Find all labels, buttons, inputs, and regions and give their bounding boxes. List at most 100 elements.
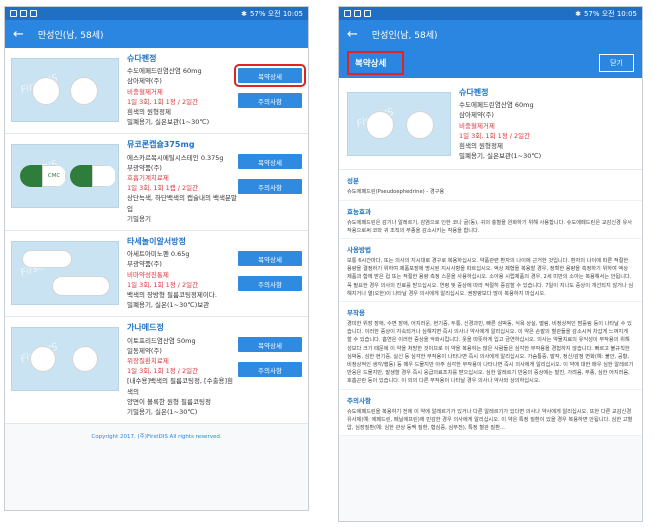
drug-list-item: FirstDIS 가나메드정 이토프리드염산염 50mg 일동제약(주) 위장질…	[5, 317, 308, 425]
drug-appearance: 상단녹색, 하단백색의 캡슐내의 백색분말입	[127, 194, 237, 213]
oblong-tablet	[52, 276, 110, 297]
drug-category: 비충혈제거제	[127, 87, 163, 96]
app-bar: ← 만성인(남, 58세)	[5, 20, 308, 48]
detail-button[interactable]: 복약상세	[238, 154, 302, 170]
drug-manufacturer: 삼아제약(주)	[459, 111, 494, 120]
detail-button[interactable]: 복약상세	[238, 337, 302, 353]
drug-ingredient: 이토프리드염산염 50mg	[127, 336, 196, 345]
detail-button[interactable]: 복약상세	[238, 251, 302, 267]
drug-dosage: 1일 3회, 1회 1캡 / 2일간	[127, 184, 199, 193]
section-precautions: 주의사항 슈도에페드린을 복용하기 전에 이 약에 알레르기가 있거나 다른 알…	[339, 389, 642, 437]
drug-appearance: 백색의 장방형 필름코팅정제이다.	[127, 291, 217, 300]
notification-icon	[20, 10, 27, 17]
drug-storage: 기밀용기, 실온(1~30℃)	[127, 408, 198, 417]
caution-button[interactable]: 주의사항	[238, 362, 302, 378]
status-time: 57% 오전 10:05	[249, 9, 303, 18]
drug-ingredient: 에스카르복시메틸시스테인 0.375g	[127, 153, 224, 162]
section-heading: 사용방법	[347, 246, 371, 255]
drug-image: FirstDIS	[11, 241, 119, 306]
drug-image: FirstDIS	[11, 58, 119, 122]
medication-detail-screen: ✱ 57% 오전 10:05 ← 만성인(남, 58세) 복약상세 닫기 Fir…	[338, 6, 643, 522]
app-bar: ← 만성인(남, 58세)	[339, 20, 642, 48]
drug-name: 가나메드정	[127, 323, 164, 333]
drug-ingredient: 아세트아미노펜 0.65g	[127, 250, 190, 259]
drug-dosage: 1일 3회, 1회 1정 / 2일간	[127, 280, 199, 289]
drug-ingredient: 수도에페드린염산염 60mg	[127, 67, 202, 76]
section-side-effects: 부작용 경미한 위장 장애, 수면 장애, 어지러운, 현기증, 두통, 신경과…	[339, 302, 642, 390]
status-time: 57% 오전 10:05	[583, 9, 637, 18]
drug-storage: 밀폐용기, 실온보관(1~30℃)	[459, 152, 542, 161]
drug-category: 위장질환치료제	[127, 357, 169, 366]
section-heading: 효능효과	[347, 207, 371, 216]
notification-icon	[30, 10, 37, 17]
drug-name: 뮤코론캡슐375mg	[127, 140, 195, 150]
section-body: 보통 6시간마다, 또는 의사의 지시대로 경구로 복용하십시오. 약품관련 환…	[347, 258, 634, 297]
drug-manufacturer: 부광약품(주)	[127, 163, 162, 172]
detail-drug-summary: FirstDIS 슈다펜정 수도에페드린염산염 60mg 삼아제약(주) 비충혈…	[339, 78, 642, 171]
back-arrow-icon[interactable]: ←	[347, 28, 358, 41]
drug-dosage: 1일 3회, 1회 1정 / 2일간	[459, 131, 531, 140]
section-heading: 성분	[347, 177, 359, 186]
drug-category: 비마약성진통제	[127, 270, 169, 279]
patient-title: 만성인(남, 58세)	[37, 30, 104, 41]
section-efficacy: 효능효과 슈도에페드린은 감기나 알레르기, 감염으로 인한 코나 굴(동), …	[339, 200, 642, 240]
section-heading: 주의사항	[347, 396, 371, 405]
drug-manufacturer: 부광약품(주)	[127, 260, 162, 269]
drug-storage: 밀폐용기, 실온보관(1~30℃)	[127, 118, 210, 127]
section-ingredient: 성분 슈도에페드린(Pseudoephedrine) - 경구용	[339, 170, 642, 201]
capsule-imprint: CMC	[42, 165, 66, 188]
drug-list-item: FirstDIS 슈다펜정 수도에페드린염산염 60mg 삼아제약(주) 비충혈…	[5, 48, 308, 135]
notification-icon	[344, 10, 351, 17]
drug-list-item: FirstDIS 타세놀이알서방정 아세트아미노펜 0.65g 부광약품(주) …	[5, 231, 308, 318]
detail-header: 복약상세 닫기	[339, 48, 642, 78]
detail-title: 복약상세	[347, 51, 405, 75]
section-heading: 부작용	[347, 309, 365, 318]
drug-name: 타세놀이알서방정	[127, 237, 186, 247]
section-body: 슈도에페드린은 감기나 알레르기, 감염으로 인한 코나 굴(동), 귀의 충혈…	[347, 219, 633, 234]
medication-list-screen: ✱ 57% 오전 10:05 ← 만성인(남, 58세) FirstDIS 슈다…	[4, 6, 309, 511]
wifi-icon: ✱	[575, 9, 581, 18]
caution-button[interactable]: 주의사항	[238, 276, 302, 292]
back-arrow-icon[interactable]: ←	[13, 28, 24, 41]
drug-image: FirstDIS	[347, 92, 451, 156]
round-tablet	[32, 77, 60, 105]
drug-appearance: 흰색의 원형정제	[127, 108, 171, 117]
drug-appearance-2: 양면이 볼록한 원형 필름코팅정	[127, 397, 211, 406]
section-body: 경미한 위장 장애, 수면 장애, 어지러운, 현기증, 두통, 신경과민, 빠…	[347, 321, 634, 385]
drug-image: FirstDIS CMC	[11, 144, 119, 209]
status-bar: ✱ 57% 오전 10:05	[339, 7, 642, 20]
drug-list-item: FirstDIS CMC 뮤코론캡슐375mg 에스카르복시메틸시스테인 0.3…	[5, 134, 308, 232]
caution-button[interactable]: 주의사항	[238, 93, 302, 108]
copyright: Copyright 2017. (주)FirstDIS All rights r…	[91, 434, 222, 441]
drug-name: 슈다펜정	[459, 88, 489, 97]
drug-image: FirstDIS	[11, 327, 119, 392]
drug-manufacturer: 삼아제약(주)	[127, 77, 162, 86]
round-tablet	[70, 77, 98, 105]
drug-ingredient: 수도에페드린염산염 60mg	[459, 101, 534, 110]
drug-dosage: 1일 3회, 1회 1정 / 2일간	[127, 367, 199, 376]
drug-storage: 기밀용기	[127, 214, 151, 223]
round-tablet	[72, 346, 98, 373]
drug-category: 호흡기계치료제	[127, 174, 169, 183]
drug-manufacturer: 일동제약(주)	[127, 346, 162, 355]
capsule: CMC	[20, 165, 66, 188]
oblong-tablet	[22, 250, 72, 269]
notification-icon	[10, 10, 17, 17]
notification-icon	[354, 10, 361, 17]
caution-button[interactable]: 주의사항	[238, 179, 302, 195]
drug-category: 비충혈제거제	[459, 121, 495, 130]
capsule	[70, 165, 116, 188]
round-tablet	[406, 111, 434, 139]
wifi-icon: ✱	[241, 9, 247, 18]
close-button[interactable]: 닫기	[599, 54, 634, 72]
status-bar: ✱ 57% 오전 10:05	[5, 7, 308, 20]
drug-name: 슈다펜정	[127, 54, 157, 63]
round-tablet	[30, 346, 56, 373]
round-tablet	[366, 111, 394, 139]
drug-storage: 밀폐용기, 실온(1~30℃)보관	[127, 301, 210, 310]
drug-appearance: 흰색의 원형정제	[459, 142, 503, 151]
detail-button[interactable]: 복약상세	[234, 64, 306, 87]
patient-title: 만성인(남, 58세)	[371, 30, 438, 41]
section-usage: 사용방법 보통 6시간마다, 또는 의사의 지시대로 경구로 복용하십시오. 약…	[339, 239, 642, 303]
drug-dosage: 1일 3회, 1회 1정 / 2일간	[127, 97, 199, 106]
